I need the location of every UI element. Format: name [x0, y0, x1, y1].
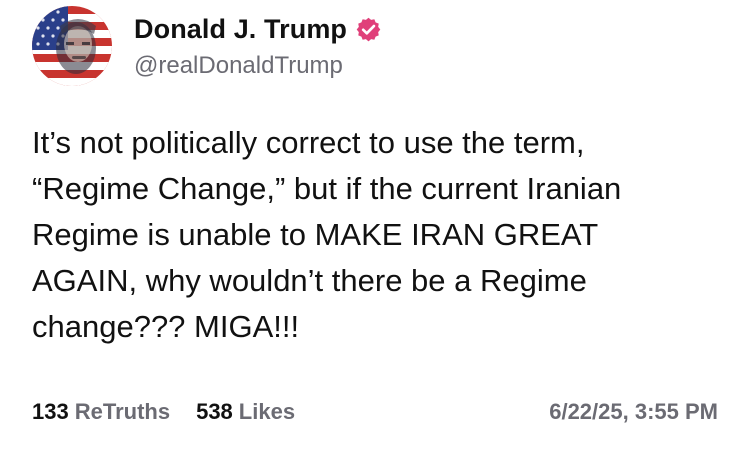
retruths-label: ReTruths — [74, 399, 171, 424]
account-names: Donald J. Trump @realDonaldTrump — [134, 12, 382, 80]
post-card: Donald J. Trump @realDonaldTrump It’s no… — [0, 0, 750, 456]
retruths-stat[interactable]: 133 ReTruths — [32, 399, 170, 425]
likes-label: Likes — [238, 399, 296, 424]
avatar[interactable] — [32, 6, 112, 86]
account-handle[interactable]: @realDonaldTrump — [134, 52, 382, 80]
verified-badge-icon — [355, 16, 382, 43]
likes-stat[interactable]: 538 Likes — [196, 399, 295, 425]
likes-count: 538 — [196, 399, 233, 424]
post-text: It’s not politically correct to use the … — [32, 125, 622, 344]
display-name[interactable]: Donald J. Trump — [134, 14, 347, 45]
post-footer: 133 ReTruths 538 Likes 6/22/25, 3:55 PM — [32, 398, 718, 426]
post-timestamp[interactable]: 6/22/25, 3:55 PM — [549, 399, 718, 425]
avatar-image — [32, 6, 112, 86]
post-header: Donald J. Trump @realDonaldTrump — [32, 6, 382, 86]
name-row: Donald J. Trump — [134, 12, 382, 46]
retruths-count: 133 — [32, 399, 69, 424]
